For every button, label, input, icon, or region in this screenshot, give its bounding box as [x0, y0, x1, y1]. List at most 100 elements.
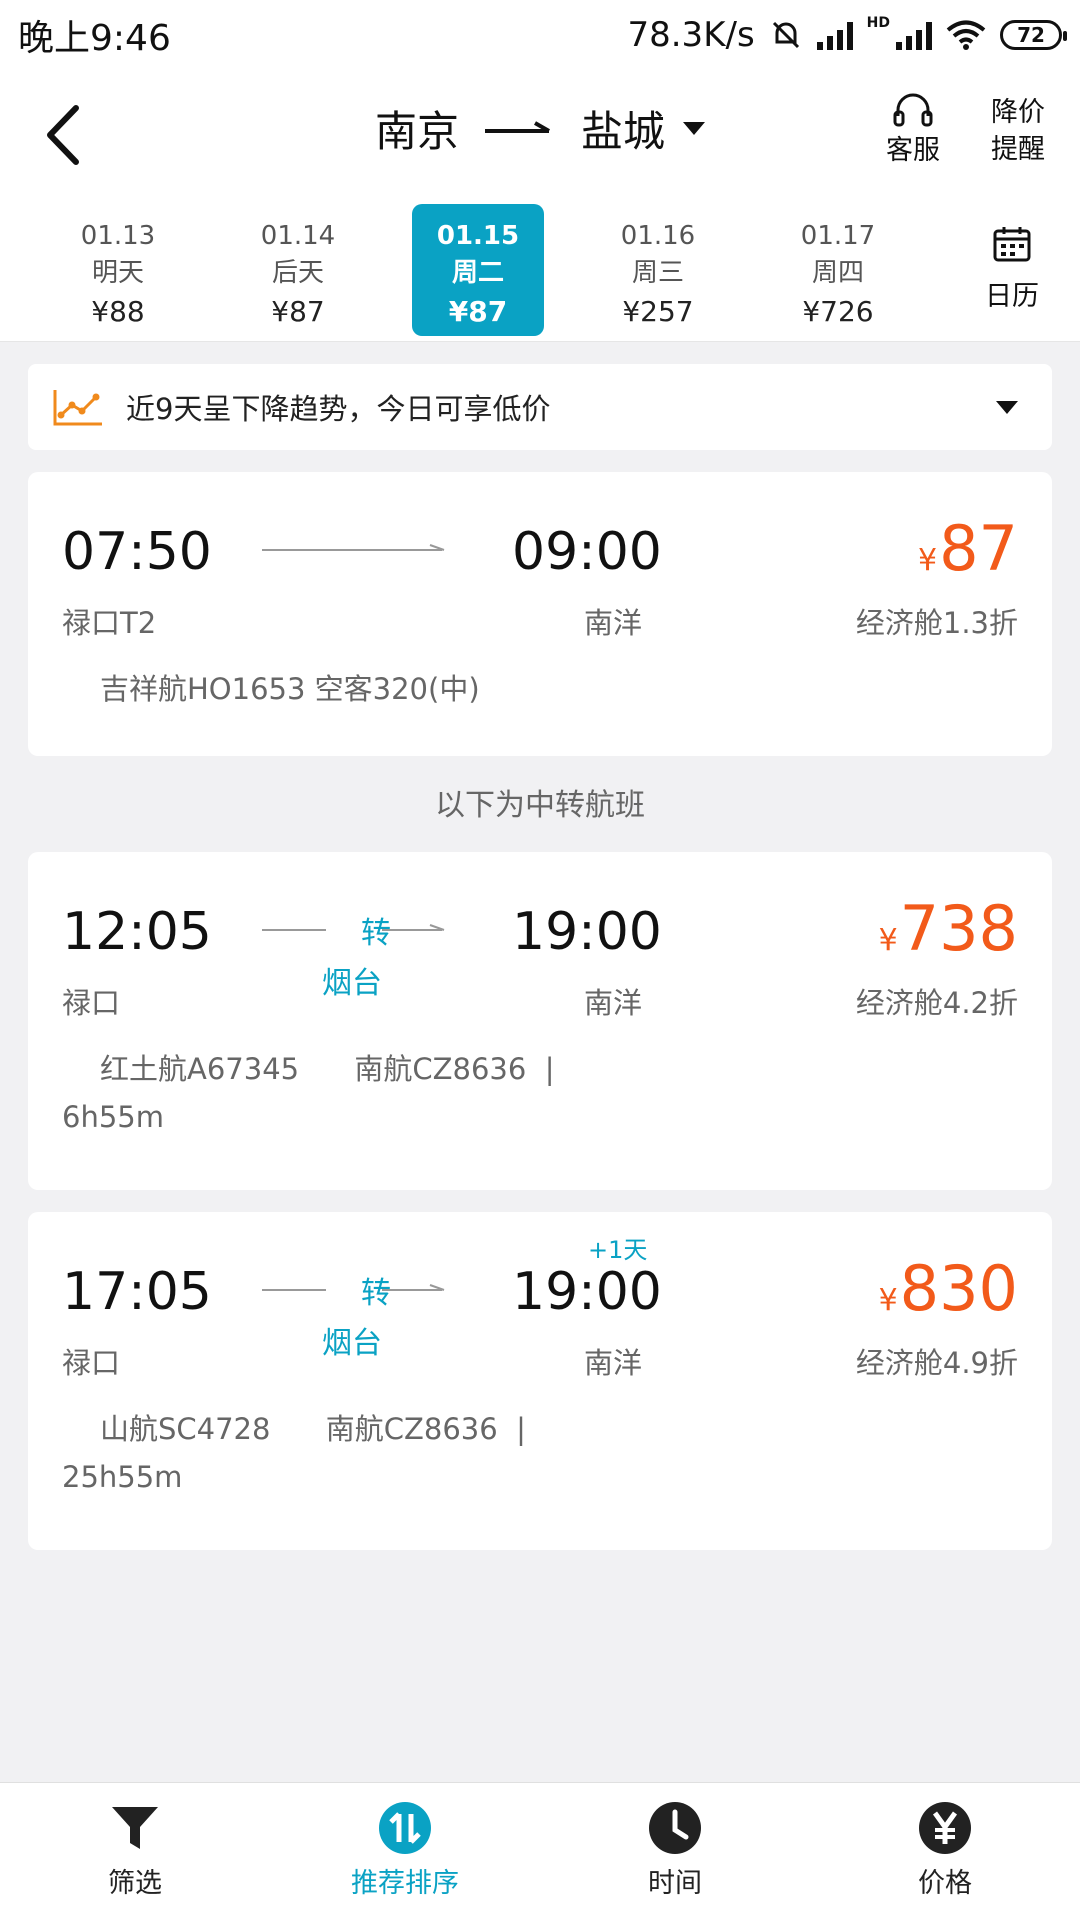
- date-option[interactable]: 01.16 周三 ¥257: [592, 204, 724, 336]
- date-price: ¥257: [622, 295, 694, 328]
- calendar-icon: [993, 227, 1031, 262]
- caret-down-icon: [683, 122, 706, 135]
- flight-card[interactable]: +1天 17:05 转 烟台 19:00 ¥830 禄口 南洋 经济舱4.9折 …: [28, 1212, 1052, 1550]
- arrival-airport: 南洋: [584, 606, 643, 640]
- arrival-time: 09:00: [512, 522, 662, 582]
- date-option[interactable]: 01.13 明天 ¥88: [52, 204, 184, 336]
- flight-price: ¥87: [918, 512, 1018, 585]
- clock-icon: [649, 1802, 701, 1854]
- arrival-time: 19:00: [512, 902, 662, 962]
- destination-city: 盐城: [581, 107, 666, 156]
- price-trend-banner[interactable]: 近9天呈下降趋势，今日可享低价: [28, 364, 1052, 450]
- flight-price: ¥738: [879, 892, 1018, 965]
- transfer-city: 烟台: [322, 966, 382, 1001]
- flight-info: 山航SC4728 南航CZ8636 |: [100, 1412, 526, 1446]
- tab-filter[interactable]: 筛选: [65, 1801, 205, 1900]
- sort-icon: [379, 1802, 431, 1854]
- network-speed: 78.3K/s: [627, 15, 755, 55]
- calendar-button[interactable]: 日历: [976, 224, 1048, 313]
- status-icons: 78.3K/s HD 72: [627, 15, 1067, 55]
- date-label: 01.13: [80, 221, 156, 251]
- next-day-badge: +1天: [588, 1236, 648, 1264]
- battery-icon: 72: [1000, 20, 1067, 50]
- flight-price: ¥830: [879, 1252, 1018, 1325]
- date-price: ¥87: [448, 295, 508, 328]
- customer-service-button[interactable]: 客服: [878, 92, 948, 170]
- date-price: ¥726: [802, 295, 874, 328]
- status-bar: 晚上9:46 78.3K/s HD 72: [0, 0, 1080, 70]
- mute-icon: [772, 21, 799, 49]
- departure-airport: 禄口: [62, 986, 121, 1020]
- bottom-toolbar: 筛选 推荐排序 时间 价格: [0, 1782, 1080, 1920]
- flight-duration: 25h55m: [62, 1460, 183, 1494]
- flight-card[interactable]: 07:50 09:00 ¥87 禄口T2 南洋 经济舱1.3折 吉祥航HO165…: [28, 472, 1052, 756]
- headset-icon: [893, 93, 933, 127]
- date-option-selected[interactable]: 01.15 周二 ¥87: [412, 204, 544, 336]
- arrival-airport: 南洋: [584, 986, 643, 1020]
- date-price: ¥88: [91, 295, 145, 328]
- yen-icon: [919, 1802, 971, 1854]
- day-label: 周四: [811, 258, 864, 288]
- route-arrow-icon: [485, 120, 550, 133]
- tab-recommended-sort[interactable]: 推荐排序: [335, 1801, 475, 1900]
- status-time: 晚上9:46: [18, 18, 171, 59]
- yen-sign: ¥: [878, 923, 898, 958]
- flight-info: 红土航A67345 南航CZ8636 |: [100, 1052, 555, 1086]
- transfer-label: 转: [361, 916, 391, 951]
- transfer-city: 烟台: [322, 1326, 382, 1361]
- flight-card[interactable]: 12:05 转 烟台 19:00 ¥738 禄口 南洋 经济舱4.2折 红土航A…: [28, 852, 1052, 1190]
- date-label: 01.16: [620, 221, 696, 251]
- departure-time: 17:05: [62, 1262, 212, 1322]
- hd-icon: HD: [866, 15, 890, 31]
- wifi-icon: [946, 20, 986, 50]
- price-alert-label-2: 提醒: [991, 134, 1045, 165]
- tab-price-label: 价格: [918, 1868, 972, 1899]
- day-label: 明天: [91, 258, 144, 288]
- expand-caret-icon: [996, 400, 1018, 414]
- signal-icon: [816, 20, 853, 50]
- cabin-discount: 经济舱4.9折: [855, 1346, 1018, 1380]
- departure-time: 07:50: [62, 522, 212, 582]
- customer-service-label: 客服: [886, 135, 940, 166]
- departure-time: 12:05: [62, 902, 212, 962]
- arrival-airport: 南洋: [584, 1346, 643, 1380]
- tab-price[interactable]: 价格: [875, 1801, 1015, 1900]
- trend-chart-icon: [53, 390, 102, 426]
- flight-info: 吉祥航HO1653 空客320(中): [100, 672, 480, 706]
- day-label: 周二: [451, 258, 504, 288]
- date-label: 01.15: [436, 221, 520, 251]
- cabin-discount: 经济舱1.3折: [855, 606, 1018, 640]
- tab-filter-label: 筛选: [108, 1868, 162, 1899]
- filter-icon: [112, 1807, 158, 1849]
- signal-icon-2: [896, 20, 932, 50]
- day-label: 后天: [271, 258, 324, 288]
- header: 南京 盐城 客服 降价 提醒: [0, 70, 1080, 200]
- arrival-time: 19:00: [512, 1262, 662, 1322]
- flight-duration: 6h55m: [62, 1100, 164, 1134]
- date-price: ¥87: [271, 295, 325, 328]
- flight-line-arrow: [262, 544, 445, 551]
- trend-text: 近9天呈下降趋势，今日可享低价: [126, 392, 551, 426]
- departure-airport: 禄口: [62, 1346, 121, 1380]
- departure-airport: 禄口T2: [62, 606, 157, 640]
- cabin-discount: 经济舱4.2折: [855, 986, 1018, 1020]
- date-option[interactable]: 01.14 后天 ¥87: [232, 204, 364, 336]
- date-option[interactable]: 01.17 周四 ¥726: [772, 204, 904, 336]
- day-label: 周三: [631, 258, 684, 288]
- transfer-label: 转: [361, 1276, 391, 1311]
- tab-time[interactable]: 时间: [605, 1801, 745, 1900]
- price-alert-button[interactable]: 降价 提醒: [988, 94, 1048, 168]
- transfer-divider: 以下为中转航班: [435, 788, 645, 823]
- yen-sign: ¥: [918, 543, 938, 578]
- price-value: 738: [899, 892, 1018, 965]
- date-strip: 01.13 明天 ¥88 01.14 后天 ¥87 01.15 周二 ¥87 0…: [0, 200, 1080, 342]
- price-value: 830: [899, 1252, 1018, 1325]
- price-alert-label-1: 降价: [991, 97, 1045, 128]
- tab-time-label: 时间: [648, 1868, 702, 1899]
- yen-sign: ¥: [878, 1283, 898, 1318]
- calendar-label: 日历: [985, 281, 1039, 312]
- tab-recommended-sort-label: 推荐排序: [351, 1868, 459, 1899]
- date-label: 01.14: [260, 221, 336, 251]
- origin-city: 南京: [374, 107, 459, 156]
- date-label: 01.17: [800, 221, 876, 251]
